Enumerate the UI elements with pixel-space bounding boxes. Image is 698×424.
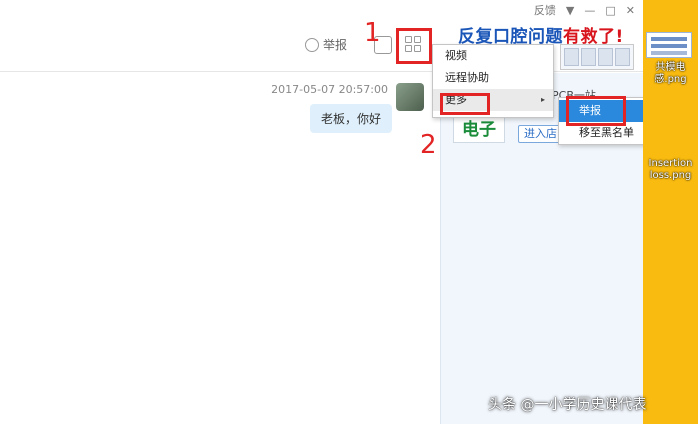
report-label: 举报 bbox=[323, 38, 348, 52]
watermark: 头条 @一小学历史课代表 bbox=[488, 397, 647, 413]
ad-product-image[interactable] bbox=[560, 44, 634, 70]
annotation-step-1: 1 bbox=[364, 18, 381, 48]
report-button[interactable]: 举报 bbox=[305, 36, 347, 53]
shop-logo[interactable]: 电子 bbox=[453, 117, 505, 143]
chat-area: 2017-05-07 20:57:00 老板，你好 bbox=[0, 73, 440, 424]
desktop-file-icon[interactable] bbox=[646, 32, 692, 58]
annotation-box-apps bbox=[396, 28, 432, 64]
feedback-button[interactable]: 反馈 bbox=[534, 2, 556, 18]
message-bubble: 老板，你好 bbox=[309, 104, 392, 133]
submenu-arrow-icon: ▸ bbox=[540, 95, 545, 104]
minimize-button[interactable]: — bbox=[584, 4, 595, 17]
menu-item-video[interactable]: 视频 bbox=[433, 45, 553, 67]
person-report-icon bbox=[305, 37, 319, 52]
message-timestamp: 2017-05-07 20:57:00 bbox=[271, 83, 388, 96]
desktop-background: 共模电感.png Insertion loss.png bbox=[643, 0, 698, 424]
titlebar-controls: 反馈 ▼ — □ ✕ bbox=[534, 2, 635, 18]
annotation-step-2: 2 bbox=[420, 130, 437, 160]
dropdown-icon[interactable]: ▼ bbox=[566, 4, 574, 17]
maximize-button[interactable]: □ bbox=[605, 4, 615, 17]
menu-item-remote-assist[interactable]: 远程协助 bbox=[433, 67, 553, 89]
desktop-file-label: 共模电感.png bbox=[654, 62, 687, 85]
annotation-box-report bbox=[566, 96, 626, 126]
close-button[interactable]: ✕ bbox=[626, 4, 635, 17]
desktop-file-label: Insertion loss.png bbox=[648, 158, 693, 181]
avatar[interactable] bbox=[396, 83, 424, 111]
annotation-box-more bbox=[440, 93, 490, 115]
